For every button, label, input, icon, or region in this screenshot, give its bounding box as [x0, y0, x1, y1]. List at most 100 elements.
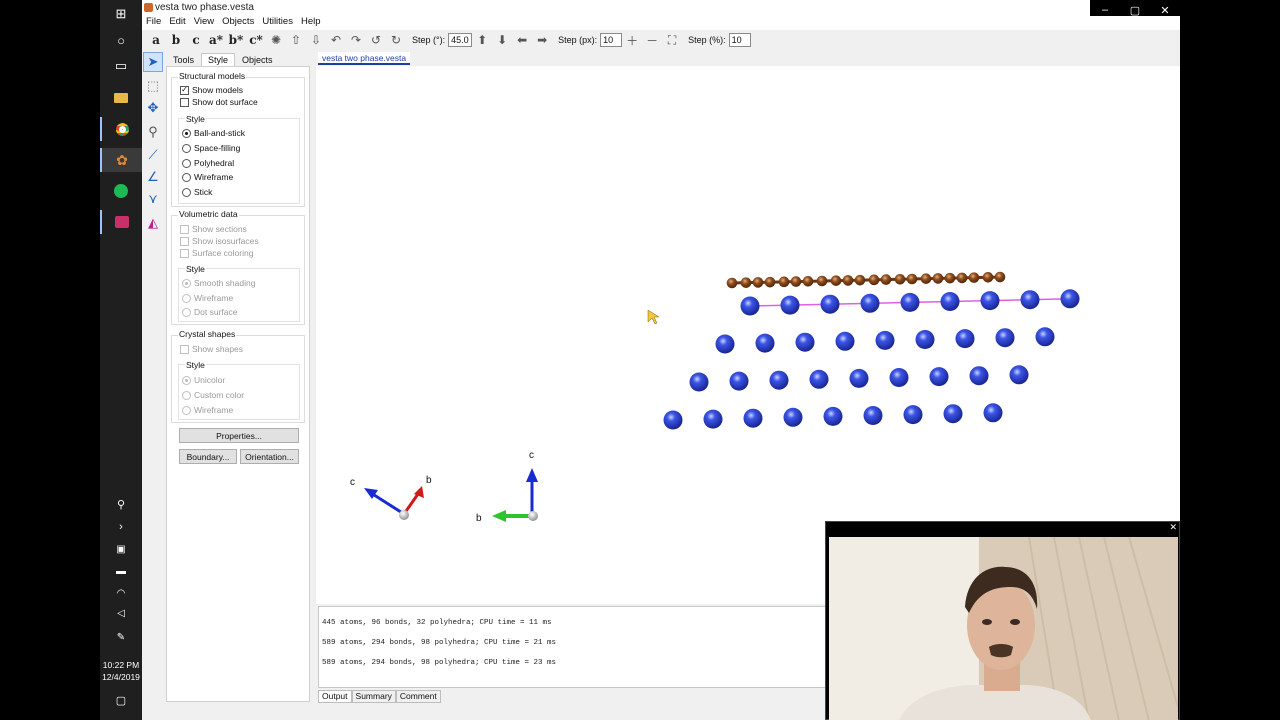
carbon-atom[interactable] — [726, 277, 738, 289]
rotate-right-icon[interactable]: ↷ — [346, 31, 366, 49]
metal-atom[interactable] — [889, 368, 909, 387]
menu-help[interactable]: Help — [301, 16, 327, 30]
chrome-icon[interactable] — [100, 117, 142, 141]
translate-tool-icon[interactable]: ✥ — [143, 98, 163, 118]
view-along-b-button[interactable]: b — [166, 31, 186, 49]
tab-style[interactable]: Style — [201, 53, 236, 66]
metal-atom[interactable] — [795, 332, 815, 352]
polyhedral-radio[interactable] — [182, 158, 191, 168]
metal-atom[interactable] — [1020, 290, 1040, 310]
carbon-atom[interactable] — [790, 276, 802, 287]
style-stick[interactable]: Stick — [182, 187, 212, 197]
translate-right-icon[interactable]: ➡ — [532, 31, 552, 49]
metal-atom[interactable] — [929, 367, 949, 387]
pen-icon[interactable]: ✎ — [100, 625, 142, 649]
view-along-b-star-button[interactable]: b* — [226, 31, 246, 49]
presentation-app-icon[interactable] — [100, 210, 142, 234]
metal-atom[interactable] — [875, 330, 895, 350]
metal-atom[interactable] — [809, 369, 829, 389]
menu-objects[interactable]: Objects — [222, 16, 260, 30]
rotate-down-icon[interactable]: ⇩ — [306, 31, 326, 49]
metal-atom[interactable] — [740, 296, 760, 316]
space-filling-radio[interactable] — [182, 143, 191, 153]
metal-atom[interactable] — [835, 331, 855, 351]
metal-atom[interactable] — [663, 410, 683, 430]
style-ball-and-stick[interactable]: Ball-and-stick — [182, 128, 245, 138]
carbon-atom[interactable] — [880, 274, 892, 285]
view-along-a-button[interactable]: a — [146, 31, 166, 49]
rotate-ccw-icon[interactable]: ↺ — [366, 31, 386, 49]
metal-atom[interactable] — [783, 407, 803, 427]
metal-atom[interactable] — [943, 404, 963, 424]
view-along-a-star-button[interactable]: a* — [206, 31, 226, 49]
distance-tool-icon[interactable]: ⟋ — [143, 145, 163, 165]
metal-atom[interactable] — [980, 291, 1000, 311]
task-view-icon[interactable]: ▭ — [100, 54, 142, 78]
notifications-icon[interactable]: ▢ — [100, 688, 142, 712]
file-explorer-icon[interactable] — [100, 86, 142, 110]
boundary-button[interactable]: Boundary... — [179, 449, 237, 464]
rotate-up-icon[interactable]: ⇧ — [286, 31, 306, 49]
spotify-icon[interactable] — [100, 179, 142, 203]
metal-atom[interactable] — [715, 334, 735, 354]
carbon-atom[interactable] — [764, 276, 776, 288]
battery-icon[interactable]: ▬ — [100, 559, 142, 583]
zoom-out-icon[interactable]: － — [642, 31, 662, 49]
rotate-cw-icon[interactable]: ↻ — [386, 31, 406, 49]
rotate-free-icon[interactable]: ✺ — [266, 31, 286, 49]
tab-summary[interactable]: Summary — [351, 690, 396, 703]
webcam-overlay[interactable]: ✕ — [825, 521, 1180, 720]
bond-tool-icon[interactable]: ◭ — [143, 213, 163, 233]
stick-radio[interactable] — [182, 187, 191, 197]
metal-atom[interactable] — [1009, 365, 1029, 385]
metal-atom[interactable] — [860, 293, 880, 313]
tab-tools[interactable]: Tools — [166, 53, 201, 66]
select-tool-icon[interactable]: ➤ — [143, 52, 163, 72]
fit-to-screen-icon[interactable]: ⛶ — [662, 31, 682, 49]
metal-atom[interactable] — [995, 328, 1015, 348]
title-bar[interactable]: vesta two phase.vesta — [142, 0, 1180, 16]
carbon-atom[interactable] — [894, 273, 906, 285]
rotate-left-icon[interactable]: ↶ — [326, 31, 346, 49]
display-icon[interactable]: ▣ — [100, 537, 142, 561]
style-polyhedral[interactable]: Polyhedral — [182, 158, 234, 168]
carbon-atom[interactable] — [920, 273, 932, 284]
step-px-input[interactable]: 10 — [600, 33, 623, 47]
orientation-button[interactable]: Orientation... — [240, 449, 299, 464]
style-wireframe[interactable]: Wireframe — [182, 172, 233, 182]
carbon-atom[interactable] — [932, 273, 944, 284]
carbon-atom[interactable] — [830, 275, 842, 286]
view-along-c-star-button[interactable]: c* — [246, 31, 266, 49]
carbon-atom[interactable] — [868, 274, 880, 286]
tab-comment[interactable]: Comment — [395, 690, 441, 703]
carbon-atom[interactable] — [982, 272, 994, 283]
output-log[interactable]: 445 atoms, 96 bonds, 32 polyhedra; CPU t… — [318, 606, 826, 688]
metal-atom[interactable] — [955, 329, 975, 349]
metal-atom[interactable] — [780, 295, 800, 315]
translate-down-icon[interactable]: ⬇ — [492, 31, 512, 49]
view-along-c-button[interactable]: c — [186, 31, 206, 49]
select-region-tool-icon[interactable]: ⬚ — [143, 76, 163, 96]
translate-left-icon[interactable]: ⬅ — [512, 31, 532, 49]
show-models-checkbox[interactable]: ✓ — [180, 85, 189, 95]
metal-atom[interactable] — [849, 368, 869, 388]
carbon-atom[interactable] — [956, 272, 968, 284]
carbon-atom[interactable] — [944, 272, 956, 284]
windows-start-icon[interactable]: ⊞ — [100, 2, 142, 26]
metal-atom[interactable] — [940, 292, 960, 311]
webcam-close-icon[interactable]: ✕ — [1169, 522, 1177, 533]
magnify-tool-icon[interactable]: ⚲ — [143, 122, 163, 142]
menu-view[interactable]: View — [194, 16, 220, 30]
carbon-atom[interactable] — [816, 275, 828, 287]
carbon-atom[interactable] — [842, 275, 854, 286]
metal-atom[interactable] — [823, 406, 843, 426]
carbon-atom[interactable] — [994, 271, 1006, 283]
step-pct-input[interactable]: 10 — [728, 33, 751, 47]
metal-atom[interactable] — [1035, 327, 1055, 347]
tab-objects[interactable]: Objects — [235, 53, 280, 66]
metal-atom[interactable] — [903, 405, 923, 425]
dihedral-tool-icon[interactable]: ⋎ — [143, 189, 163, 209]
taskbar-clock[interactable]: 10:22 PM 12/4/2019 — [100, 659, 142, 683]
metal-atom[interactable] — [769, 370, 789, 390]
document-tab[interactable]: vesta two phase.vesta — [318, 52, 411, 65]
